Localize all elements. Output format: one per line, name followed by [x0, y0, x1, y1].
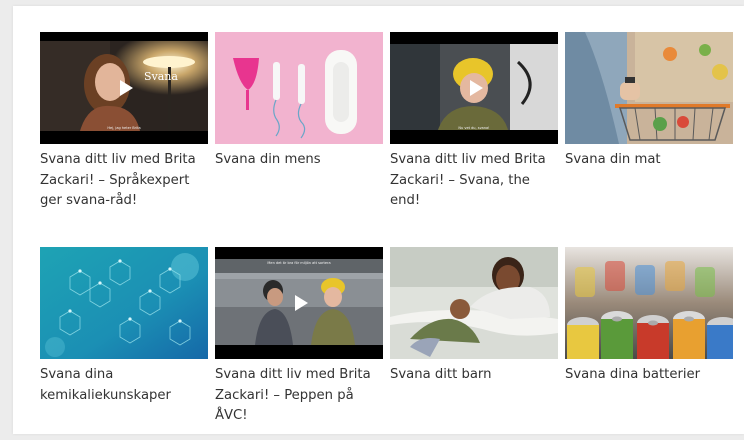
card-title[interactable]: Svana ditt liv med Brita Zackari! – Språ… — [40, 150, 208, 225]
card-title[interactable]: Svana dina kemikaliekunskaper — [40, 365, 208, 440]
menstrual-products-thumbnail[interactable] — [215, 32, 383, 144]
play-icon[interactable] — [470, 80, 483, 96]
woman-yellow-beanie-thumbnail[interactable]: Nu vet du, svana! — [390, 32, 558, 144]
video-subtitle: Men det är bra för miljön att sortera — [267, 261, 331, 265]
card-title[interactable]: Svana dina batterier — [565, 365, 733, 440]
article-card-mens[interactable]: Svana din mens — [215, 32, 383, 225]
two-women-recycling-thumbnail[interactable]: Men det är bra för miljön att sortera — [215, 247, 383, 359]
article-card-barn[interactable]: Svana ditt barn — [390, 247, 558, 440]
mother-and-baby-thumbnail[interactable] — [390, 247, 558, 359]
play-icon[interactable] — [295, 295, 308, 311]
video-subtitle: Nu vet du, svana! — [458, 126, 490, 130]
article-card-brita-the-end[interactable]: Nu vet du, svana! Svana ditt liv med Bri… — [390, 32, 558, 225]
article-card-mat[interactable]: Svana din mat — [565, 32, 733, 225]
card-title[interactable]: Svana ditt liv med Brita Zackari! – Svan… — [390, 150, 558, 225]
article-card-batterier[interactable]: Svana dina batterier — [565, 247, 733, 440]
molecule-pattern-thumbnail[interactable] — [40, 247, 208, 359]
card-title[interactable]: Svana ditt barn — [390, 365, 558, 440]
card-title[interactable]: Svana ditt liv med Brita Zackari! – Pepp… — [215, 365, 383, 440]
article-card-brita-sprakexpert[interactable]: Svana Hej, jag heter Brita Svana ditt li… — [40, 32, 208, 225]
svana-logo-text: Svana — [144, 70, 178, 83]
card-title[interactable]: Svana din mat — [565, 150, 733, 225]
grocery-cart-thumbnail[interactable] — [565, 32, 733, 144]
batteries-thumbnail[interactable] — [565, 247, 733, 359]
card-title[interactable]: Svana din mens — [215, 150, 383, 225]
play-icon[interactable] — [120, 80, 133, 96]
woman-speaking-thumbnail[interactable]: Svana Hej, jag heter Brita — [40, 32, 208, 144]
video-subtitle: Hej, jag heter Brita — [107, 126, 141, 130]
content-panel: Svana Hej, jag heter Brita Svana ditt li… — [13, 6, 744, 434]
article-grid: Svana Hej, jag heter Brita Svana ditt li… — [40, 32, 733, 440]
article-card-brita-avc[interactable]: Men det är bra för miljön att sortera Sv… — [215, 247, 383, 440]
article-card-kemikaliekunskaper[interactable]: Svana dina kemikaliekunskaper — [40, 247, 208, 440]
